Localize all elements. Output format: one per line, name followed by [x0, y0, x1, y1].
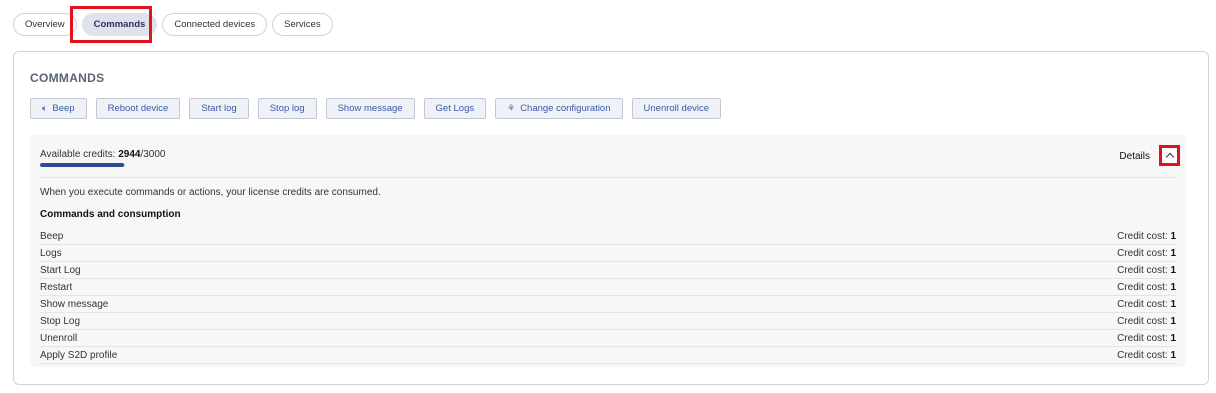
- show-message-button-label: Show message: [337, 103, 403, 114]
- get-logs-button-label: Get Logs: [435, 103, 475, 114]
- divider: [40, 177, 1176, 178]
- credit-cost: Credit cost: 1: [1117, 231, 1176, 242]
- credit-cost-value: 1: [1170, 264, 1176, 276]
- credit-cost: Credit cost: 1: [1117, 316, 1176, 327]
- credit-cost-label: Credit cost:: [1117, 349, 1168, 361]
- command-name: Start Log: [40, 264, 81, 276]
- reboot-device-button[interactable]: Reboot device: [95, 98, 181, 119]
- change-configuration-button-label: Change configuration: [520, 103, 611, 114]
- credit-cost-label: Credit cost:: [1117, 298, 1168, 310]
- command-name: Beep: [40, 230, 64, 242]
- credit-cost-label: Credit cost:: [1117, 247, 1168, 259]
- chevron-up-icon: [1165, 152, 1174, 162]
- credit-cost: Credit cost: 1: [1117, 248, 1176, 259]
- command-name: Unenroll: [40, 332, 78, 344]
- credit-cost-label: Credit cost:: [1117, 230, 1168, 242]
- reboot-device-button-label: Reboot device: [107, 103, 169, 114]
- credits-label: Available credits:: [40, 149, 116, 160]
- credit-cost-label: Credit cost:: [1117, 315, 1168, 327]
- unenroll-device-button-label: Unenroll device: [643, 103, 709, 114]
- beep-button-label: Beep: [52, 103, 75, 114]
- credit-cost-value: 1: [1170, 315, 1176, 327]
- command-name: Logs: [40, 247, 62, 259]
- credits-used: 2944: [118, 149, 141, 160]
- stop-log-button-label: Stop log: [269, 103, 305, 114]
- credit-cost-value: 1: [1170, 349, 1176, 361]
- available-credits: Available credits: 2944/3000: [40, 149, 165, 160]
- command-name: Apply S2D profile: [40, 349, 118, 361]
- stop-log-button[interactable]: Stop log: [257, 98, 317, 119]
- unenroll-device-button[interactable]: Unenroll device: [631, 98, 721, 119]
- credits-progress-fill: [40, 163, 125, 167]
- command-name: Stop Log: [40, 315, 81, 327]
- commands-consumption-heading: Commands and consumption: [40, 209, 181, 220]
- list-item: Stop Log Credit cost: 1: [40, 313, 1176, 330]
- beep-button[interactable]: 🔈︎ Beep: [30, 98, 87, 119]
- credit-cost: Credit cost: 1: [1117, 265, 1176, 276]
- list-item: Apply S2D profile Credit cost: 1: [40, 347, 1176, 364]
- credit-cost-value: 1: [1170, 230, 1176, 242]
- credit-cost: Credit cost: 1: [1117, 333, 1176, 344]
- tab-overview[interactable]: Overview: [13, 13, 77, 36]
- command-name: Restart: [40, 281, 73, 293]
- command-name: Show message: [40, 298, 109, 310]
- speaker-icon: 🔈︎: [42, 103, 48, 113]
- commands-panel: COMMANDS 🔈︎ Beep Reboot device Start log…: [13, 51, 1209, 385]
- command-button-row: 🔈︎ Beep Reboot device Start log Stop log…: [30, 98, 721, 119]
- credits-total: /3000: [140, 149, 166, 160]
- start-log-button-label: Start log: [201, 103, 237, 114]
- credit-cost: Credit cost: 1: [1117, 299, 1176, 310]
- credit-cost-value: 1: [1170, 247, 1176, 259]
- cost-list: Beep Credit cost: 1 Logs Credit cost: 1 …: [40, 228, 1176, 364]
- list-item: Unenroll Credit cost: 1: [40, 330, 1176, 347]
- show-message-button[interactable]: Show message: [325, 98, 415, 119]
- credit-cost-value: 1: [1170, 298, 1176, 310]
- list-item: Beep Credit cost: 1: [40, 228, 1176, 245]
- tab-connected-devices[interactable]: Connected devices: [162, 13, 268, 36]
- details-toggle-button[interactable]: [1159, 145, 1180, 166]
- credits-section: Available credits: 2944/3000 Details Whe…: [30, 135, 1186, 367]
- list-item: Show message Credit cost: 1: [40, 296, 1176, 313]
- list-item: Logs Credit cost: 1: [40, 245, 1176, 262]
- change-configuration-button[interactable]: ⚘ Change configuration: [495, 98, 623, 119]
- get-logs-button[interactable]: Get Logs: [423, 98, 487, 119]
- credit-cost-value: 1: [1170, 281, 1176, 293]
- list-item: Restart Credit cost: 1: [40, 279, 1176, 296]
- list-item: Start Log Credit cost: 1: [40, 262, 1176, 279]
- credit-cost-label: Credit cost:: [1117, 264, 1168, 276]
- tab-commands[interactable]: Commands: [81, 13, 158, 36]
- credit-cost-value: 1: [1170, 332, 1176, 344]
- settings-icon: ⚘: [507, 103, 516, 113]
- start-log-button[interactable]: Start log: [189, 98, 249, 119]
- panel-title: COMMANDS: [30, 71, 105, 85]
- credit-cost: Credit cost: 1: [1117, 350, 1176, 361]
- credits-progress-bar: [40, 163, 126, 167]
- credit-cost-label: Credit cost:: [1117, 281, 1168, 293]
- credits-info-text: When you execute commands or actions, yo…: [40, 187, 381, 198]
- details-label: Details: [1119, 151, 1150, 162]
- tab-services[interactable]: Services: [272, 13, 333, 36]
- credit-cost: Credit cost: 1: [1117, 282, 1176, 293]
- credit-cost-label: Credit cost:: [1117, 332, 1168, 344]
- tab-bar: Overview Commands Connected devices Serv…: [13, 13, 333, 36]
